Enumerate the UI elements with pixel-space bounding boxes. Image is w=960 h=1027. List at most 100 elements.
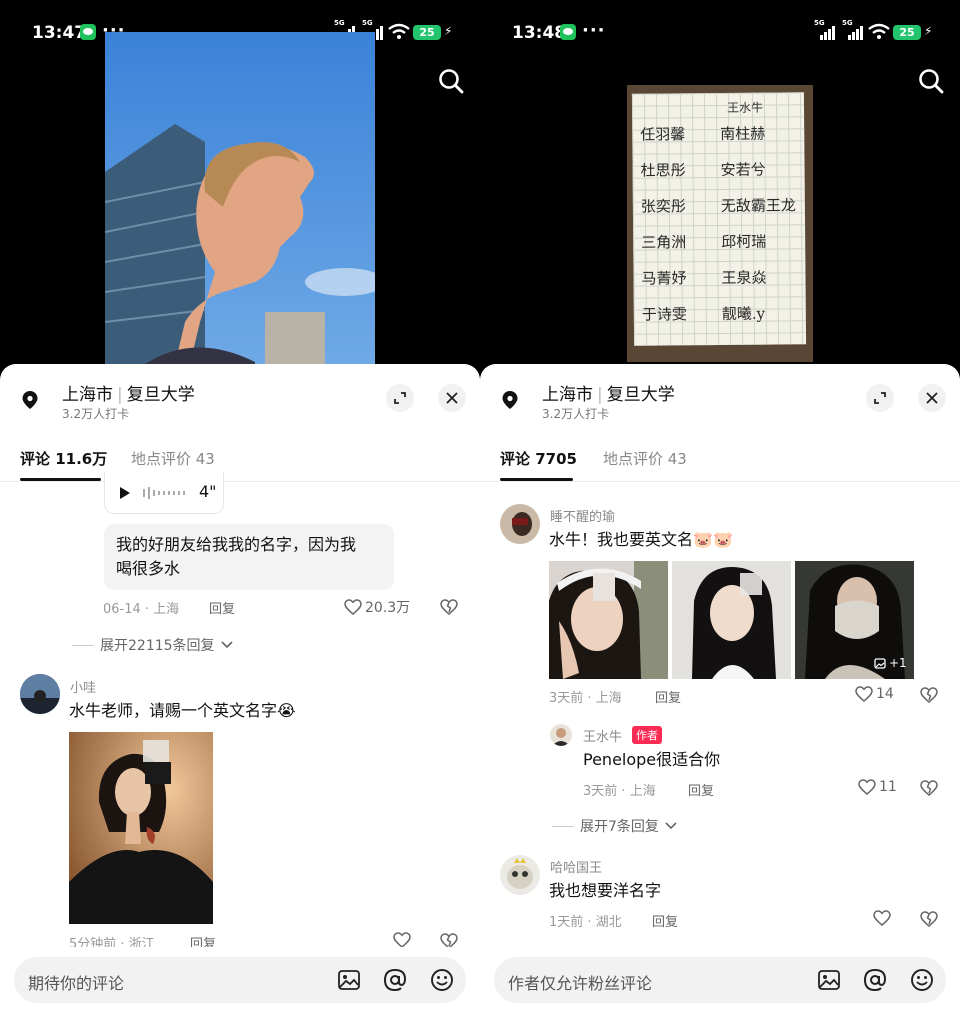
signal-icon: 5G [814,19,836,40]
location-title[interactable]: 上海市 | 复旦大学 [62,380,195,405]
dislike-icon[interactable] [920,686,938,704]
tab-comments[interactable]: 评论 7705 [500,448,577,469]
like-button[interactable]: 11 [858,779,897,795]
avatar-image [500,504,540,544]
location-pin-icon [502,391,518,409]
username[interactable]: 王水牛 [583,726,622,745]
title-separator: | [117,385,123,405]
location-city: 上海市 [542,385,593,405]
comment-photo[interactable] [672,561,791,679]
close-button[interactable] [918,384,946,412]
comment-text-body: 水牛老师，请赐一个英文名字 [69,701,278,720]
comment-photo[interactable] [549,561,668,679]
wifi-icon [388,23,410,39]
tab-location-reviews[interactable]: 地点评价 43 [603,448,687,469]
left-screen: 13:47 ··· 5G 5G 25 ⚡ 上海市 | 复旦大学 3.2万人打卡 评论… [0,0,480,1027]
post-photo: 王水牛 任羽馨 南柱赫 杜思彤 安若兮 张奕彤 无敌霸王龙 三角洲 邱柯瑞 马菁妤 王泉焱 于诗雯 靓… [627,85,813,362]
comment-input[interactable]: 期待你的评论 [14,957,466,1003]
reply-meta: 3天前 · 上海 [583,784,656,799]
like-button[interactable]: 20.3万 [344,597,410,617]
image-icon[interactable] [816,967,842,993]
heart-icon [855,686,873,702]
right-screen: 13:48 ··· 5G 5G 25 ⚡ 王水牛 任羽馨 南柱赫 杜思彤 安若兮 张奕彤… [480,0,960,1027]
username[interactable]: 哈哈国王 [550,857,602,876]
avatar[interactable] [500,504,540,544]
wifi-icon [868,23,890,39]
expand-replies-button[interactable]: 展开22115条回复 [72,635,233,655]
emoji-icon[interactable] [429,967,455,993]
at-icon[interactable] [862,967,888,993]
voice-duration: 4" [199,482,217,501]
like-count: 20.3万 [365,600,411,616]
comment-text-body: 水牛！我也要英文名 [549,530,694,549]
signal-label: 5G [842,19,853,27]
comment-input[interactable]: 作者仅允许粉丝评论 [494,957,946,1003]
dislike-icon[interactable] [440,598,458,616]
divider [552,825,574,827]
battery-indicator: 25 [893,25,921,40]
close-icon [446,392,458,404]
wechat-icon [80,24,96,40]
status-bar: 13:48 ··· 5G 5G 25 ⚡ [480,0,960,64]
paper-name: 任羽馨 [640,125,686,144]
status-time: 13:48 [512,23,567,43]
expand-replies-label: 展开22115条回复 [100,638,215,654]
heart-icon[interactable] [393,932,411,948]
comment-sheet: 上海市 | 复旦大学 3.2万人打卡 评论 11.6万 地点评价 43 4" 我的好… [0,364,480,1027]
avatar[interactable] [500,855,540,895]
expand-button[interactable] [386,384,414,412]
search-icon[interactable] [918,68,944,94]
like-button[interactable]: 14 [855,686,894,702]
reply-button[interactable]: 回复 [655,687,681,706]
checkin-count: 3.2万人打卡 [542,407,610,421]
signal-icon: 5G [842,19,864,40]
avatar-image [550,724,572,746]
location-title[interactable]: 上海市 | 复旦大学 [542,380,675,405]
input-placeholder: 期待你的评论 [28,974,125,993]
comment-photo[interactable] [69,732,213,924]
tab-comments[interactable]: 评论 11.6万 [20,448,107,469]
avatar[interactable] [550,724,572,746]
wechat-icon [560,24,576,40]
image-icon[interactable] [336,967,362,993]
paper-name: 杜思彤 [640,161,686,180]
reply-text: Penelope很适合你 [583,750,721,769]
post-photo [105,32,375,364]
username[interactable]: 睡不醒的瑜 [550,506,615,525]
close-icon [926,392,938,404]
heart-icon [858,779,876,795]
dislike-icon[interactable] [920,910,938,928]
expand-replies-button[interactable]: 展开7条回复 [552,816,677,836]
avatar-image [20,674,60,714]
at-icon[interactable] [382,967,408,993]
comment-sheet: 上海市 | 复旦大学 3.2万人打卡 评论 7705 地点评价 43 睡不醒的瑜 水… [480,364,960,1027]
paper-name: 邱柯瑞 [721,232,767,251]
voice-message[interactable]: 4" [104,472,224,514]
paper-name: 无敌霸王龙 [720,196,796,215]
paper-name: 三角洲 [641,233,687,252]
paper-name: 王泉焱 [721,268,767,287]
emoji-icon[interactable] [909,967,935,993]
charging-icon: ⚡ [444,24,453,38]
comment-text: 水牛老师，请赐一个英文名字😭 [69,699,296,723]
search-icon[interactable] [438,68,464,94]
expand-button[interactable] [866,384,894,412]
tab-location-reviews[interactable]: 地点评价 43 [131,448,215,469]
title-separator: | [597,385,603,405]
paper-name: 马菁妤 [641,269,687,288]
divider [72,644,94,646]
paper-names: 任羽馨 南柱赫 杜思彤 安若兮 张奕彤 无敌霸王龙 三角洲 邱柯瑞 马菁妤 王泉焱 于诗雯 靓曦.y [632,92,804,324]
reply-button[interactable]: 回复 [688,780,714,799]
like-count: 11 [879,779,897,795]
input-placeholder: 作者仅允许粉丝评论 [508,974,653,993]
heart-icon[interactable] [873,910,891,926]
author-badge: 作者 [632,726,662,744]
avatar[interactable] [20,674,60,714]
close-button[interactable] [438,384,466,412]
expand-icon [874,392,886,404]
reply-button[interactable]: 回复 [652,911,678,930]
comment-tabs: 评论 7705 地点评价 43 [480,444,960,482]
reply-button[interactable]: 回复 [209,598,235,617]
username[interactable]: 小哇 [70,677,96,696]
dislike-icon[interactable] [920,779,938,797]
